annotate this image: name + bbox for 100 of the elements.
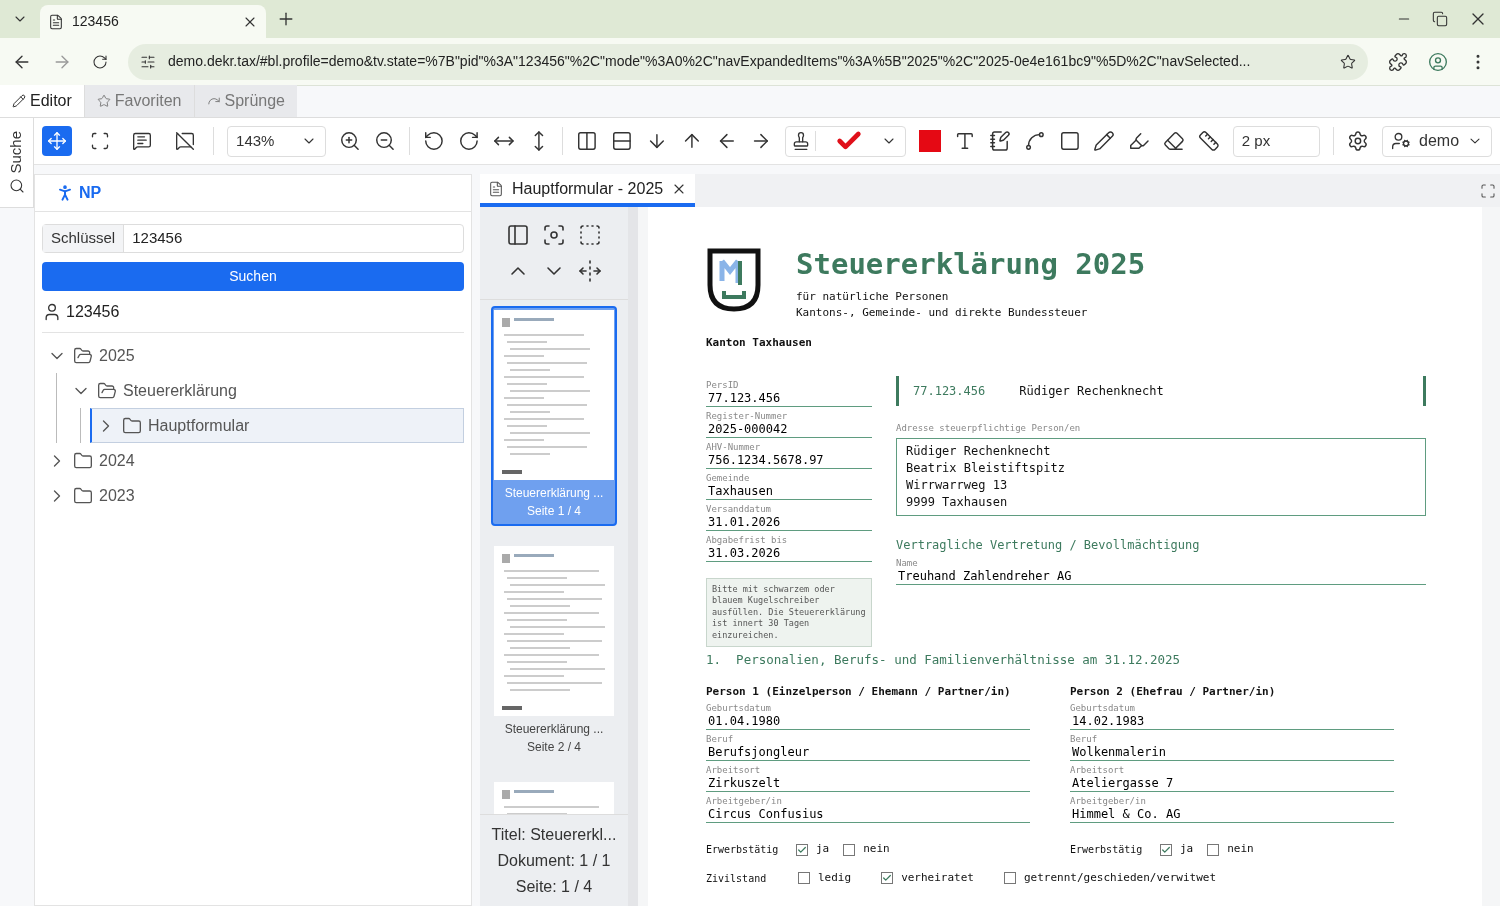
app-tab[interactable]: Sprünge bbox=[193, 85, 297, 117]
split-icon[interactable] bbox=[578, 259, 602, 283]
field-value: 01.04.1980 bbox=[706, 714, 1030, 731]
checkbox-label: verheiratet bbox=[901, 869, 974, 886]
app-tab[interactable]: Editor bbox=[0, 85, 84, 117]
reload-icon[interactable] bbox=[92, 53, 108, 70]
checkbox-label: ja bbox=[1180, 841, 1194, 858]
field-label: Arbeitsort bbox=[1070, 765, 1126, 777]
document-info: Dokument: 1 / 1 bbox=[497, 850, 611, 871]
field-label: Geburtsdatum bbox=[1070, 703, 1137, 715]
document-subtitle: für natürliche Personen bbox=[796, 289, 950, 305]
app-tab[interactable]: Favoriten bbox=[83, 85, 194, 117]
document-info: Titel: Steuererkl... bbox=[491, 824, 617, 845]
search-button[interactable]: Suchen bbox=[42, 262, 464, 291]
field-label: Adresse steuerpflichtige Person/en bbox=[896, 421, 1082, 435]
note-icon[interactable] bbox=[989, 130, 1011, 152]
tree-item[interactable]: 2024 bbox=[42, 443, 464, 478]
checkbox-label: ledig bbox=[818, 869, 852, 886]
field-label: Beruf bbox=[706, 734, 735, 746]
restore-icon[interactable] bbox=[1432, 11, 1448, 27]
highlighter-icon[interactable] bbox=[1128, 130, 1151, 152]
checkbox[interactable] bbox=[843, 843, 856, 856]
zoom-in-icon[interactable] bbox=[339, 130, 362, 152]
field-value: Berufsjongleur bbox=[706, 745, 1030, 762]
checkbox[interactable] bbox=[1004, 872, 1016, 884]
checkbox-label: nein bbox=[863, 841, 890, 858]
select-area-icon bbox=[89, 131, 110, 151]
hide-comments-icon bbox=[175, 131, 196, 151]
pencil-icon[interactable] bbox=[1093, 130, 1116, 152]
extensions-icon[interactable] bbox=[1388, 51, 1408, 72]
document-tab[interactable]: Hauptformular - 2025 bbox=[480, 174, 696, 207]
folder-icon bbox=[73, 345, 93, 366]
settings-icon[interactable] bbox=[1347, 130, 1370, 152]
checkbox-label: ja bbox=[816, 841, 830, 858]
ruler-icon[interactable] bbox=[1197, 130, 1220, 152]
line-icon[interactable] bbox=[1023, 130, 1046, 152]
text-icon[interactable] bbox=[954, 130, 976, 152]
move-icon bbox=[46, 131, 67, 151]
zoom-dropdown[interactable]: 143% bbox=[227, 125, 327, 157]
field-label: Name bbox=[896, 558, 919, 569]
instruction-note: Bitte mit schwarzem oder blauem Kugelschreiber ausfüllen. Die Steuererklärung ist innert 30 Tagen einzureichen. bbox=[706, 577, 872, 647]
folder-icon bbox=[97, 380, 117, 401]
sidebar-icon[interactable] bbox=[506, 223, 530, 247]
page-thumbnail[interactable]: Steuererklärung ... Seite 2 / 4 bbox=[491, 542, 617, 762]
person-heading: Person 2 (Ehefrau / Partner/in) bbox=[1070, 683, 1277, 700]
field-label: Geburtsdatum bbox=[706, 703, 773, 715]
field-label: Register-Nummer bbox=[706, 410, 789, 422]
search-side-tab[interactable]: Suche bbox=[0, 118, 34, 208]
zoom-out-icon[interactable] bbox=[374, 130, 397, 152]
tree-item[interactable]: Steuererklärung bbox=[66, 373, 464, 408]
address-line: Rüdiger Rechenknecht bbox=[906, 443, 1052, 460]
selection-icon[interactable] bbox=[578, 223, 602, 247]
site-settings-icon bbox=[140, 53, 156, 70]
search-icon bbox=[8, 177, 25, 194]
rotate-left-icon[interactable] bbox=[423, 130, 445, 152]
field-value: 14.02.1983 bbox=[1070, 714, 1394, 731]
document-title: Steuererklärung 2025 bbox=[796, 247, 1146, 281]
checkbox[interactable] bbox=[881, 872, 894, 884]
field-value: 31.03.2026 bbox=[706, 545, 872, 562]
checkbox[interactable] bbox=[796, 843, 808, 856]
key-field[interactable]: Schlüssel 123456 bbox=[42, 224, 464, 253]
tree-item[interactable]: Hauptformular bbox=[90, 408, 464, 443]
browser-tab[interactable]: 123456 bbox=[40, 5, 266, 38]
checkbox[interactable] bbox=[798, 872, 810, 884]
tree-item[interactable]: 2025 bbox=[42, 338, 464, 373]
document-icon bbox=[48, 13, 64, 30]
pers-id: 77.123.456 bbox=[913, 382, 986, 400]
document-info: Seite: 1 / 4 bbox=[515, 876, 593, 897]
field-value: Himmel & Co. AG bbox=[1070, 807, 1394, 824]
folder-icon bbox=[73, 485, 93, 506]
rotate-right-icon[interactable] bbox=[457, 130, 480, 152]
fit-page-icon[interactable] bbox=[542, 223, 566, 247]
field-value: Wolkenmalerin bbox=[1070, 745, 1394, 762]
tree-item[interactable]: 2023 bbox=[42, 478, 464, 513]
check-icon bbox=[882, 873, 893, 883]
field-value: Zirkuszelt bbox=[706, 776, 1030, 793]
color-swatch[interactable] bbox=[919, 130, 942, 152]
person-heading: Person 1 (Einzelperson / Ehemann / Partner/in) bbox=[706, 683, 1012, 700]
columns-icon[interactable] bbox=[576, 130, 599, 152]
rows-icon[interactable] bbox=[611, 130, 633, 152]
checkbox[interactable] bbox=[1207, 843, 1220, 856]
panel-title: NP bbox=[79, 183, 102, 203]
section-heading: Vertragliche Vertretung / Bevollmächtigung bbox=[896, 537, 1201, 554]
field-label: AHV-Nummer bbox=[706, 441, 762, 453]
field-value: Treuhand Zahlendreher AG bbox=[896, 569, 1426, 585]
person-id: 123456 bbox=[66, 301, 120, 322]
profile-icon[interactable] bbox=[1428, 51, 1448, 72]
field-label: Zivilstand bbox=[706, 871, 768, 886]
address-field[interactable]: demo.dekr.tax/#bl.profile=demo&tv.state=%7B"pid"%3A"123456"%2C"mode"%3A0%2C"navExpandedItems"%3A%5B"2025"%2C"2025-0e4e161bc9"%5D%2C"navSelected... bbox=[128, 43, 1368, 80]
section-heading: 1. Personalien, Berufs- und Familienverhältnisse am 31.12.2025 bbox=[706, 651, 1182, 669]
pencil-icon bbox=[12, 94, 26, 108]
taxpayer-name: Rüdiger Rechenknecht bbox=[1019, 382, 1164, 400]
folder-icon bbox=[122, 415, 142, 436]
user-dropdown[interactable]: demo bbox=[1382, 125, 1493, 157]
checkbox[interactable] bbox=[1160, 843, 1172, 856]
stamp-picker[interactable] bbox=[785, 125, 907, 157]
rectangle-icon[interactable] bbox=[1058, 130, 1081, 152]
eraser-icon[interactable] bbox=[1163, 130, 1185, 152]
bookmark-star-icon[interactable] bbox=[1340, 53, 1356, 70]
stroke-width-field[interactable]: 2 px bbox=[1232, 125, 1321, 157]
